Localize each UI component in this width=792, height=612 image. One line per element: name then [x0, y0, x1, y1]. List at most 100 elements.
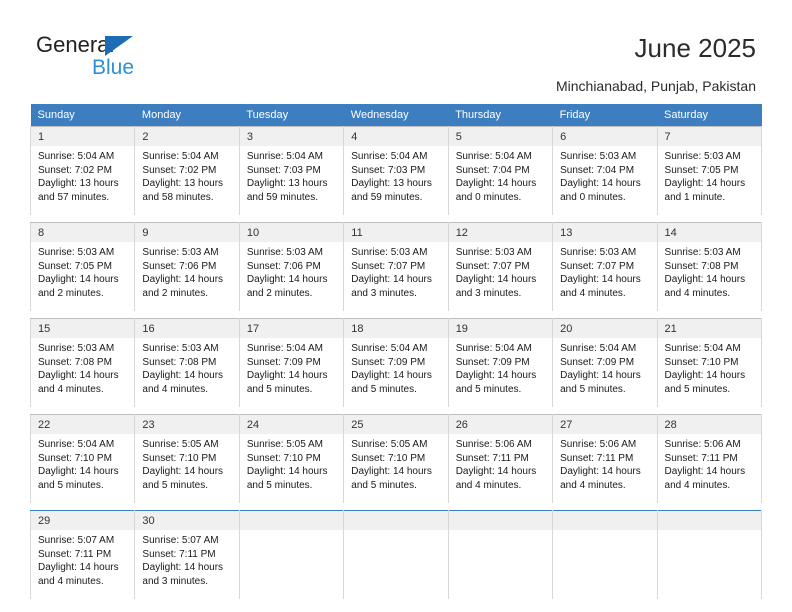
calendar-day-cell[interactable]: 23 Sunrise: 5:05 AM Sunset: 7:10 PM Dayligh…: [134, 414, 240, 503]
sunset-text: Sunset: 7:11 PM: [664, 452, 738, 464]
sunset-text: Sunset: 7:04 PM: [455, 164, 530, 176]
calendar-day-cell[interactable]: 28 Sunrise: 5:06 AM Sunset: 7:11 PM Dayligh…: [657, 414, 763, 503]
calendar-day-cell[interactable]: 6 Sunrise: 5:03 AM Sunset: 7:04 PM Daylight…: [552, 126, 658, 215]
calendar-day-cell[interactable]: 25 Sunrise: 5:05 AM Sunset: 7:10 PM Dayligh…: [343, 414, 449, 503]
sunset-text: Sunset: 7:07 PM: [560, 260, 635, 272]
day-number: 8: [31, 223, 135, 242]
day-number: 15: [31, 319, 135, 338]
day-details: Sunrise: 5:03 AM Sunset: 7:04 PM Daylight:…: [553, 146, 656, 208]
day-details: Sunrise: 5:04 AM Sunset: 7:10 PM Daylight:…: [31, 434, 134, 496]
calendar-day-cell-empty: [552, 510, 658, 599]
sunrise-text: Sunrise: 5:07 AM: [38, 535, 115, 546]
calendar-day-cell[interactable]: 16 Sunrise: 5:03 AM Sunset: 7:08 PM Dayligh…: [134, 318, 240, 407]
sunset-text: Sunset: 7:07 PM: [351, 260, 426, 272]
day-details: Sunrise: 5:04 AM Sunset: 7:02 PM Daylight:…: [31, 146, 134, 208]
page-title: June 2025: [634, 33, 756, 63]
day-details: Sunrise: 5:04 AM Sunset: 7:04 PM Daylight:…: [449, 146, 552, 208]
page-header: General Blue June 2025 Minchianabad, Pun…: [0, 0, 792, 100]
daylight-text: Daylight: 14 hours and 5 minutes.: [560, 370, 641, 395]
calendar-day-cell[interactable]: 2 Sunrise: 5:04 AM Sunset: 7:02 PM Daylight…: [134, 126, 240, 215]
calendar-day-cell[interactable]: 21 Sunrise: 5:04 AM Sunset: 7:10 PM Dayligh…: [657, 318, 763, 407]
calendar-week-row: 29 Sunrise: 5:07 AM Sunset: 7:11 PM Dayligh…: [29, 510, 763, 599]
day-number: 2: [135, 127, 239, 146]
calendar-day-cell[interactable]: 19 Sunrise: 5:04 AM Sunset: 7:09 PM Dayligh…: [448, 318, 554, 407]
sunset-text: Sunset: 7:07 PM: [455, 260, 530, 272]
daylight-text: Daylight: 13 hours and 57 minutes.: [38, 178, 119, 203]
sunset-text: Sunset: 7:09 PM: [455, 356, 530, 368]
day-details: Sunrise: 5:03 AM Sunset: 7:08 PM Daylight:…: [31, 338, 134, 400]
day-details: Sunrise: 5:03 AM Sunset: 7:08 PM Daylight:…: [658, 242, 761, 304]
day-number: 12: [448, 223, 553, 242]
calendar-day-cell[interactable]: 4 Sunrise: 5:04 AM Sunset: 7:03 PM Daylight…: [343, 126, 449, 215]
calendar-day-cell[interactable]: 13 Sunrise: 5:03 AM Sunset: 7:07 PM Dayligh…: [552, 222, 658, 311]
week-spacer-cell: [30, 214, 762, 223]
calendar-day-cell[interactable]: 18 Sunrise: 5:04 AM Sunset: 7:09 PM Dayligh…: [343, 318, 449, 407]
day-details: Sunrise: 5:04 AM Sunset: 7:10 PM Daylight:…: [658, 338, 761, 400]
sunrise-text: Sunrise: 5:06 AM: [455, 439, 532, 450]
logo-general-text: General: [36, 32, 115, 57]
calendar-day-cell[interactable]: 3 Sunrise: 5:04 AM Sunset: 7:03 PM Daylight…: [239, 126, 345, 215]
sunrise-text: Sunrise: 5:05 AM: [351, 439, 428, 450]
week-spacer: [30, 214, 762, 223]
daylight-text: Daylight: 14 hours and 4 minutes.: [455, 466, 537, 491]
day-number: 18: [344, 319, 448, 338]
day-number: 16: [135, 319, 239, 338]
day-details: Sunrise: 5:04 AM Sunset: 7:03 PM Daylight:…: [344, 146, 447, 208]
weekday-header-monday: Monday: [134, 104, 240, 127]
daylight-text: Daylight: 14 hours and 5 minutes.: [351, 466, 432, 491]
calendar-day-cell[interactable]: 30 Sunrise: 5:07 AM Sunset: 7:11 PM Dayligh…: [134, 510, 240, 599]
general-blue-logo[interactable]: General Blue: [36, 32, 236, 88]
day-details: Sunrise: 5:04 AM Sunset: 7:02 PM Daylight:…: [135, 146, 238, 208]
calendar-day-cell[interactable]: 10 Sunrise: 5:03 AM Sunset: 7:06 PM Dayligh…: [239, 222, 345, 311]
calendar-day-cell[interactable]: 24 Sunrise: 5:05 AM Sunset: 7:10 PM Dayligh…: [239, 414, 345, 503]
calendar-day-cell[interactable]: 15 Sunrise: 5:03 AM Sunset: 7:08 PM Dayligh…: [29, 318, 136, 407]
day-number: 10: [239, 223, 344, 242]
day-details: Sunrise: 5:03 AM Sunset: 7:06 PM Daylight:…: [135, 242, 238, 304]
sunset-text: Sunset: 7:09 PM: [351, 356, 426, 368]
daylight-text: Daylight: 14 hours and 5 minutes.: [455, 370, 537, 395]
calendar-week-row: 22 Sunrise: 5:04 AM Sunset: 7:10 PM Dayligh…: [29, 414, 763, 503]
day-number: 20: [553, 319, 657, 338]
sunset-text: Sunset: 7:03 PM: [246, 164, 321, 176]
day-number: 30: [135, 511, 239, 530]
sunrise-text: Sunrise: 5:05 AM: [246, 439, 323, 450]
sunset-text: Sunset: 7:09 PM: [560, 356, 635, 368]
sunrise-text: Sunrise: 5:04 AM: [351, 151, 428, 162]
calendar-day-cell[interactable]: 12 Sunrise: 5:03 AM Sunset: 7:07 PM Dayligh…: [448, 222, 554, 311]
day-details: Sunrise: 5:04 AM Sunset: 7:09 PM Daylight:…: [553, 338, 656, 400]
day-details: Sunrise: 5:03 AM Sunset: 7:08 PM Daylight:…: [135, 338, 238, 400]
calendar-day-cell[interactable]: 22 Sunrise: 5:04 AM Sunset: 7:10 PM Dayligh…: [29, 414, 136, 503]
day-number: 4: [344, 127, 448, 146]
calendar-day-cell[interactable]: 14 Sunrise: 5:03 AM Sunset: 7:08 PM Dayligh…: [657, 222, 763, 311]
calendar-day-cell[interactable]: 5 Sunrise: 5:04 AM Sunset: 7:04 PM Daylight…: [448, 126, 554, 215]
calendar-day-cell[interactable]: 27 Sunrise: 5:06 AM Sunset: 7:11 PM Dayligh…: [552, 414, 658, 503]
weekday-header-thursday: Thursday: [448, 104, 553, 127]
calendar-day-cell[interactable]: 11 Sunrise: 5:03 AM Sunset: 7:07 PM Dayligh…: [343, 222, 449, 311]
calendar-day-cell[interactable]: 8 Sunrise: 5:03 AM Sunset: 7:05 PM Daylight…: [29, 222, 136, 311]
calendar-day-cell[interactable]: 26 Sunrise: 5:06 AM Sunset: 7:11 PM Dayligh…: [448, 414, 554, 503]
daylight-text: Daylight: 14 hours and 5 minutes.: [142, 466, 224, 491]
week-spacer: [30, 406, 762, 415]
daylight-text: Daylight: 14 hours and 5 minutes.: [38, 466, 119, 491]
day-details: Sunrise: 5:04 AM Sunset: 7:09 PM Daylight:…: [240, 338, 343, 400]
sunrise-text: Sunrise: 5:03 AM: [560, 247, 637, 258]
calendar-day-cell[interactable]: 1 Sunrise: 5:04 AM Sunset: 7:02 PM Daylight…: [29, 126, 136, 215]
daylight-text: Daylight: 14 hours and 4 minutes.: [560, 466, 641, 491]
day-number: 19: [448, 319, 553, 338]
daylight-text: Daylight: 14 hours and 5 minutes.: [351, 370, 432, 395]
sunrise-text: Sunrise: 5:03 AM: [38, 343, 115, 354]
sunrise-text: Sunrise: 5:03 AM: [664, 247, 741, 258]
sunset-text: Sunset: 7:04 PM: [560, 164, 635, 176]
sunrise-text: Sunrise: 5:03 AM: [455, 247, 532, 258]
week-spacer-cell: [30, 310, 762, 319]
calendar-day-cell[interactable]: 9 Sunrise: 5:03 AM Sunset: 7:06 PM Daylight…: [134, 222, 240, 311]
calendar-day-cell[interactable]: 29 Sunrise: 5:07 AM Sunset: 7:11 PM Dayligh…: [29, 510, 136, 599]
day-number: 9: [135, 223, 239, 242]
sunset-text: Sunset: 7:05 PM: [38, 260, 112, 272]
day-details: Sunrise: 5:04 AM Sunset: 7:09 PM Daylight:…: [344, 338, 447, 400]
calendar-day-cell[interactable]: 17 Sunrise: 5:04 AM Sunset: 7:09 PM Dayligh…: [239, 318, 345, 407]
calendar-day-cell[interactable]: 20 Sunrise: 5:04 AM Sunset: 7:09 PM Dayligh…: [552, 318, 658, 407]
day-details: Sunrise: 5:03 AM Sunset: 7:07 PM Daylight:…: [553, 242, 656, 304]
calendar-day-cell[interactable]: 7 Sunrise: 5:03 AM Sunset: 7:05 PM Daylight…: [657, 126, 763, 215]
day-details: Sunrise: 5:07 AM Sunset: 7:11 PM Daylight:…: [31, 530, 134, 592]
